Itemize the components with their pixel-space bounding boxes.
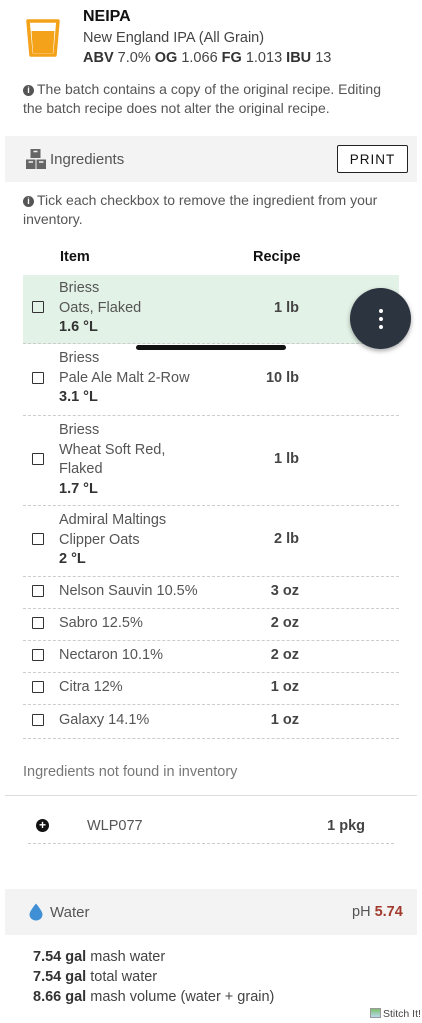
ingredient-amount: 1 lb — [274, 300, 299, 316]
ingredient-checkbox[interactable] — [32, 372, 44, 384]
ingredient-checkbox[interactable] — [32, 585, 44, 597]
stat-value: 1.066 — [181, 50, 218, 66]
stitch-watermark: Stitch It! — [370, 1008, 421, 1020]
ingredient-supplier: Admiral Maltings — [59, 512, 167, 528]
stat-label: ABV — [83, 50, 114, 66]
ingredient-name: Galaxy 14.1% — [59, 712, 150, 728]
water-label: mash volume (water + grain) — [90, 989, 275, 1005]
stitch-label: Stitch It! — [383, 1008, 421, 1020]
info-icon: i — [23, 85, 34, 96]
ingredient-title-cont: Flaked — [59, 461, 103, 477]
water-line: 8.66 gal mash volume (water + grain) — [33, 989, 274, 1005]
inventory-note: i Tick each checkbox to remove the ingred… — [23, 191, 403, 229]
ingredient-row[interactable]: Briess Oats, Flaked 1.6 °L 1 lb — [23, 275, 399, 344]
recipe-title: NEIPA — [83, 8, 131, 25]
more-options-button[interactable] — [350, 288, 411, 349]
not-found-item-amount: 1 pkg — [327, 818, 365, 834]
ph-value: 5.74 — [374, 904, 403, 920]
divider — [5, 795, 417, 796]
ingredient-supplier: Briess — [59, 350, 100, 366]
ingredient-amount: 2 lb — [274, 531, 299, 547]
ingredient-amount: 1 oz — [270, 712, 299, 728]
ingredient-amount: 1 oz — [270, 679, 299, 695]
stat-label: OG — [154, 50, 178, 66]
ingredient-name: Nelson Sauvin 10.5% — [59, 583, 198, 599]
ingredient-row[interactable]: Sabro 12.5% 2 oz — [23, 608, 399, 641]
water-drop-icon — [29, 903, 43, 921]
water-amount: 7.54 gal — [33, 949, 87, 965]
ingredient-checkbox[interactable] — [32, 533, 44, 545]
ingredient-name: Admiral Maltings Clipper Oats 2 °L — [59, 511, 166, 570]
column-header-recipe: Recipe — [253, 249, 301, 265]
ingredient-checkbox[interactable] — [32, 617, 44, 629]
ingredient-title: Wheat Soft Red, — [59, 441, 166, 458]
ingredient-name: Sabro 12.5% — [59, 615, 143, 631]
ingredient-name: Briess Oats, Flaked 1.6 °L — [59, 279, 141, 338]
ingredient-row[interactable]: Galaxy 14.1% 1 oz — [23, 704, 399, 739]
water-label: total water — [90, 969, 158, 985]
not-found-item-name: WLP077 — [87, 818, 143, 834]
ingredient-row[interactable]: Admiral Maltings Clipper Oats 2 °L 2 lb — [23, 505, 399, 577]
ingredient-title: Pale Ale Malt 2-Row — [59, 369, 190, 386]
recipe-header: NEIPA New England IPA (All Grain) ABV 7.… — [0, 0, 422, 76]
ingredient-amount: 2 oz — [270, 647, 299, 663]
copy-note-text: The batch contains a copy of the origina… — [23, 81, 381, 116]
ingredient-amount: 1 lb — [274, 451, 299, 467]
ingredient-color: 3.1 °L — [59, 389, 98, 405]
ingredient-name: Citra 12% — [59, 679, 123, 695]
inventory-note-text: Tick each checkbox to remove the ingredi… — [23, 192, 378, 227]
ingredient-supplier: Briess — [59, 280, 100, 296]
ingredient-checkbox[interactable] — [32, 714, 44, 726]
stat-value: 7.0% — [117, 50, 151, 66]
ingredient-row[interactable]: Briess Wheat Soft Red, Flaked 1.7 °L 1 l… — [23, 415, 399, 506]
copy-note: i The batch contains a copy of the origin… — [23, 80, 403, 118]
beer-glass-icon — [26, 19, 60, 57]
stat-value: 13 — [315, 50, 332, 66]
ingredient-color: 1.6 °L — [59, 319, 98, 335]
ingredients-title: Ingredients — [50, 151, 125, 168]
water-title: Water — [50, 904, 90, 921]
column-header-item: Item — [60, 249, 90, 265]
ingredient-color: 1.7 °L — [59, 480, 98, 497]
ph-readout: pH 5.74 — [352, 904, 403, 920]
recipe-style: New England IPA (All Grain) — [83, 30, 265, 46]
print-button[interactable]: PRINT — [337, 145, 408, 173]
divider — [28, 843, 394, 844]
ingredient-color: 2 °L — [59, 551, 86, 567]
ingredient-name: Briess Wheat Soft Red, Flaked 1.7 °L — [59, 421, 165, 499]
ingredient-checkbox[interactable] — [32, 301, 44, 313]
ingredient-row[interactable]: Briess Pale Ale Malt 2-Row 3.1 °L 10 lb — [23, 343, 399, 416]
ingredient-name: Nectaron 10.1% — [59, 647, 163, 663]
ingredient-supplier: Briess — [59, 422, 100, 438]
ingredient-name: Briess Pale Ale Malt 2-Row 3.1 °L — [59, 349, 190, 408]
water-line: 7.54 gal mash water — [33, 949, 165, 965]
stat-label: FG — [221, 50, 242, 66]
water-amount: 7.54 gal — [33, 969, 87, 985]
ingredient-amount: 2 oz — [270, 615, 299, 631]
ph-label: pH — [352, 904, 371, 920]
ingredient-title: Clipper Oats — [59, 531, 140, 548]
stat-label: IBU — [286, 50, 312, 66]
ingredient-amount: 10 lb — [265, 370, 299, 386]
ingredient-checkbox[interactable] — [32, 649, 44, 661]
add-circle-icon[interactable]: + — [36, 819, 49, 832]
info-icon: i — [23, 196, 34, 207]
stitch-icon — [370, 1008, 381, 1018]
ingredient-checkbox[interactable] — [32, 453, 44, 465]
drag-handle[interactable] — [136, 345, 286, 350]
ingredient-title: Oats, Flaked — [59, 299, 142, 316]
not-found-label: Ingredients not found in inventory — [23, 764, 238, 780]
stat-value: 1.013 — [245, 50, 283, 66]
water-amount: 8.66 gal — [33, 989, 87, 1005]
water-line: 7.54 gal total water — [33, 969, 157, 985]
ingredient-row[interactable]: Nectaron 10.1% 2 oz — [23, 640, 399, 673]
water-label: mash water — [90, 949, 166, 965]
ingredient-amount: 3 oz — [270, 583, 299, 599]
boxes-icon — [26, 149, 46, 169]
ingredient-row[interactable]: Nelson Sauvin 10.5% 3 oz — [23, 576, 399, 609]
recipe-stats: ABV 7.0% OG 1.066 FG 1.013 IBU 13 — [83, 50, 331, 66]
ingredient-row[interactable]: Citra 12% 1 oz — [23, 672, 399, 705]
ingredient-checkbox[interactable] — [32, 681, 44, 693]
